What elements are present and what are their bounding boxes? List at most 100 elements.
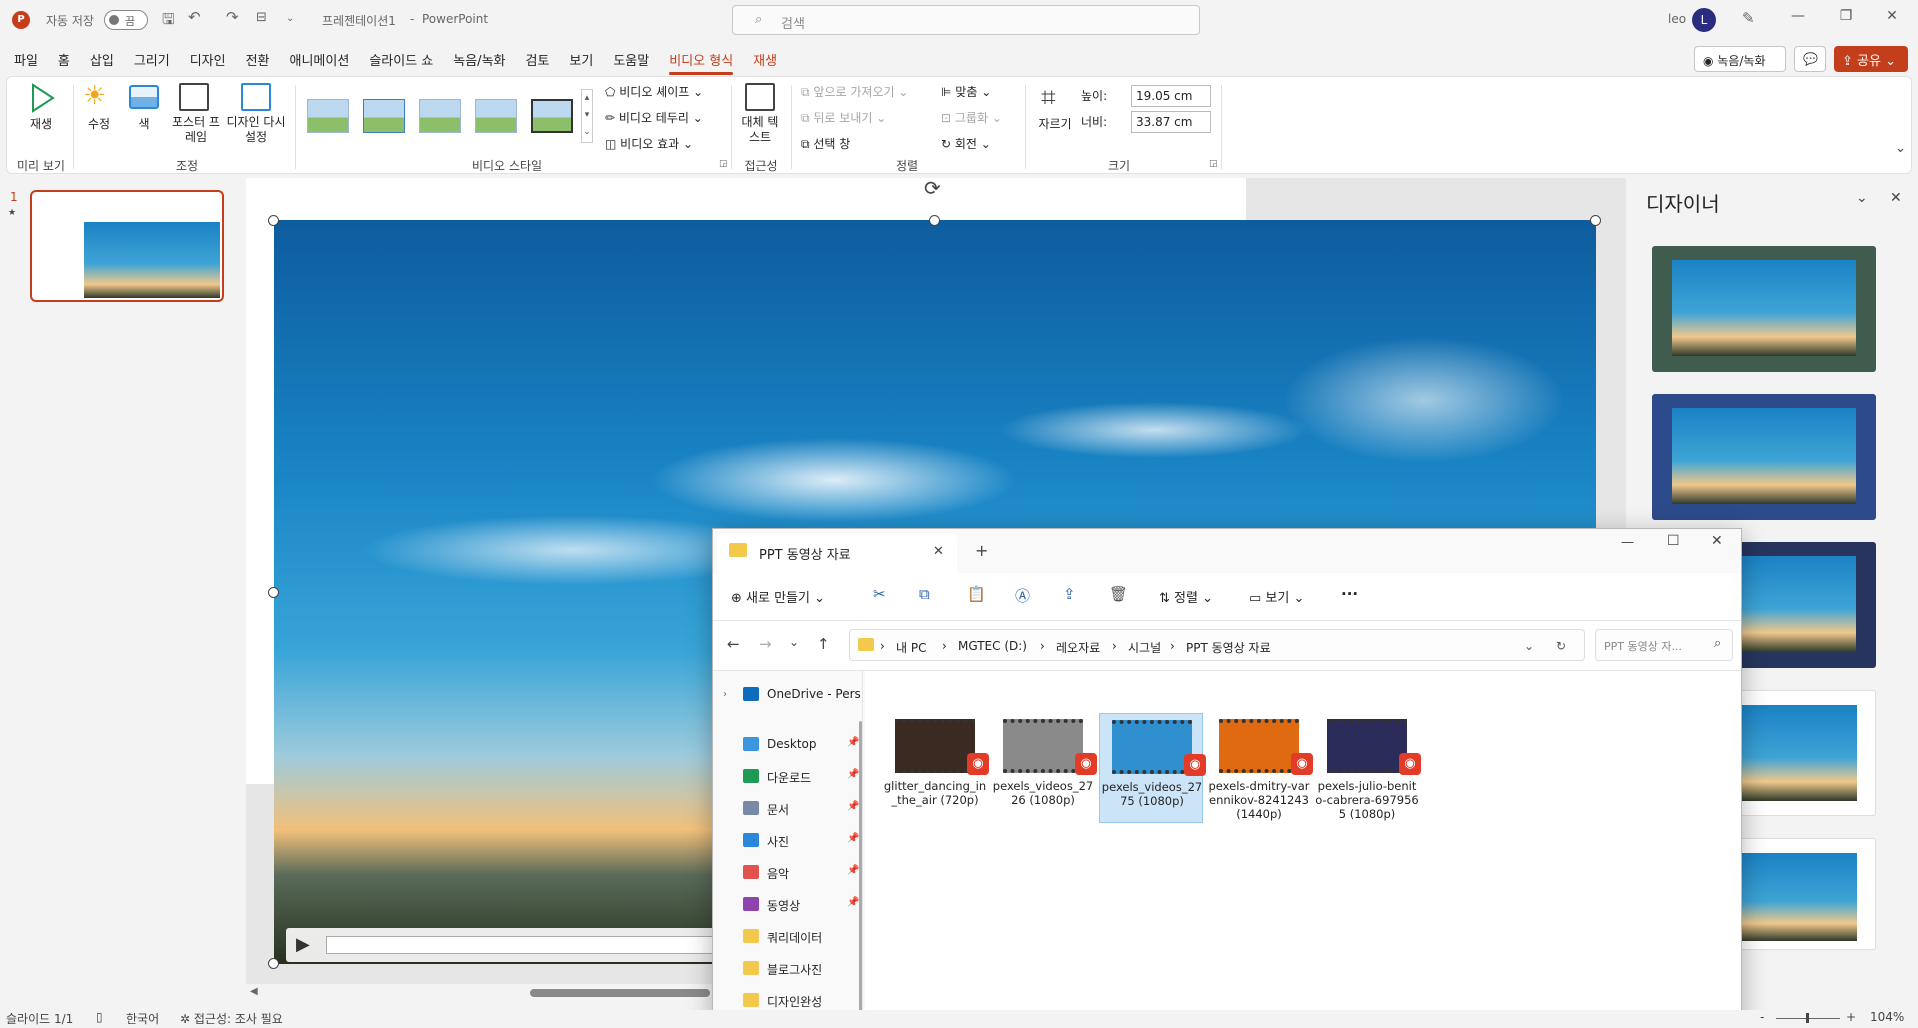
video-play-button[interactable]: ▶ xyxy=(296,934,310,955)
forward-icon[interactable]: → xyxy=(759,635,772,653)
address-bar[interactable]: › 내 PC › MGTEC (D:) › 레오자료 › 시그널 › PPT 동… xyxy=(849,629,1585,661)
styles-scroll[interactable]: ▴ ▾ ⌄ xyxy=(581,89,593,143)
tab-menu[interactable]: 디자인 xyxy=(190,50,226,69)
restore-button[interactable]: ❐ xyxy=(1834,8,1858,24)
tab-menu[interactable]: 검토 xyxy=(526,50,550,69)
breadcrumb-item[interactable]: 내 PC xyxy=(896,639,926,656)
send-backward-button[interactable]: ⧉ 뒤로 보내기 ⌄ xyxy=(801,109,886,126)
video-effects-button[interactable]: ◫ 비디오 효과 ⌄ xyxy=(605,135,693,152)
video-style-5[interactable] xyxy=(531,99,573,133)
autosave-toggle[interactable]: 끔 xyxy=(104,10,148,30)
group-button[interactable]: ⊡ 그룹화 ⌄ xyxy=(941,109,1002,126)
reset-design-icon[interactable] xyxy=(241,83,271,111)
poster-frame-icon[interactable] xyxy=(179,83,209,111)
cut-icon[interactable]: ✂ xyxy=(873,585,886,603)
paste-icon[interactable]: 📋 xyxy=(967,585,986,603)
size-dialog-launcher-icon[interactable]: ◲ xyxy=(1209,159,1218,169)
rotate-button[interactable]: ↻ 회전 ⌄ xyxy=(941,135,991,152)
video-border-button[interactable]: ✏ 비디오 테두리 ⌄ xyxy=(605,109,703,126)
avatar[interactable]: L xyxy=(1692,8,1716,32)
color-icon[interactable] xyxy=(129,85,159,109)
file-item[interactable]: ◉ pexels-julio-benito-cabrera-6979565 (10… xyxy=(1315,713,1421,823)
corrections-button[interactable]: 수정 xyxy=(81,115,117,132)
zoom-slider[interactable] xyxy=(1776,1013,1840,1023)
nav-item[interactable]: 쿼리데이터 xyxy=(743,925,859,951)
video-shape-button[interactable]: ⬠ 비디오 셰이프 ⌄ xyxy=(605,83,703,100)
video-style-1[interactable] xyxy=(307,99,349,133)
start-from-beginning-icon[interactable]: ⊟ xyxy=(256,10,267,25)
tab-menu[interactable]: 홈 xyxy=(58,50,70,69)
breadcrumb-item[interactable]: PPT 동영상 자료 xyxy=(1186,639,1271,656)
copy-icon[interactable]: ⧉ xyxy=(919,585,930,603)
alt-text-button[interactable]: 대체 텍스트 xyxy=(737,115,783,145)
expand-icon[interactable]: › xyxy=(723,689,727,700)
resize-handle[interactable] xyxy=(268,958,279,969)
search-box[interactable]: ⌕ 검색 xyxy=(732,5,1200,35)
address-dropdown-icon[interactable]: ⌄ xyxy=(1524,639,1534,653)
tab-menu[interactable]: 삽입 xyxy=(90,50,114,69)
color-button[interactable]: 색 xyxy=(131,115,157,132)
tab-menu[interactable]: 보기 xyxy=(569,50,593,69)
width-input[interactable]: 33.87 cm xyxy=(1131,111,1211,133)
record-button[interactable]: ◉ 녹음/녹화 xyxy=(1694,46,1786,72)
nav-item[interactable]: 다운로드 📌 xyxy=(743,765,859,791)
undo-icon[interactable]: ↶ xyxy=(188,8,201,26)
resize-handle[interactable] xyxy=(268,587,279,598)
video-style-3[interactable] xyxy=(419,99,461,133)
nav-item[interactable]: 동영상 📌 xyxy=(743,893,859,919)
nav-scrollbar[interactable] xyxy=(859,721,862,1011)
notes-icon[interactable]: ▯ xyxy=(96,1010,103,1024)
crop-button[interactable]: 자르기 xyxy=(1033,115,1077,132)
tab-menu[interactable]: 파일 xyxy=(14,50,38,69)
corrections-icon[interactable]: ☀ xyxy=(83,81,106,111)
breadcrumb-item[interactable]: MGTEC (D:) xyxy=(958,639,1027,653)
tab-menu[interactable]: 전환 xyxy=(246,50,270,69)
view-button[interactable]: ▭ 보기 ⌄ xyxy=(1249,587,1304,606)
zoom-out-button[interactable]: - xyxy=(1760,1010,1764,1024)
resize-handle[interactable] xyxy=(268,215,279,226)
zoom-in-button[interactable]: + xyxy=(1846,1010,1856,1024)
video-timeline[interactable] xyxy=(326,936,746,954)
nav-item[interactable]: 음악 📌 xyxy=(743,861,859,887)
explorer-tab[interactable]: PPT 동영상 자료 ✕ xyxy=(717,533,957,573)
delete-icon[interactable]: 🗑 xyxy=(1109,585,1128,603)
comments-button[interactable]: 💬 xyxy=(1794,46,1826,72)
up-icon[interactable]: ↑ xyxy=(817,635,830,653)
video-style-4[interactable] xyxy=(475,99,517,133)
explorer-maximize-button[interactable]: ☐ xyxy=(1667,533,1680,549)
tab-close-icon[interactable]: ✕ xyxy=(933,544,944,559)
collapse-ribbon-icon[interactable]: ⌄ xyxy=(1895,141,1906,156)
horizontal-scrollbar[interactable]: ◀ xyxy=(250,986,710,1000)
breadcrumb-item[interactable]: 레오자료 xyxy=(1056,639,1100,656)
file-item[interactable]: ◉ pexels_videos_2726 (1080p) xyxy=(991,713,1097,823)
tab-menu[interactable]: 도움말 xyxy=(613,50,649,69)
recent-locations-icon[interactable]: ⌄ xyxy=(789,635,799,649)
minimize-button[interactable]: — xyxy=(1786,8,1810,24)
explorer-search-input[interactable]: PPT 동영상 자... ⌕ xyxy=(1595,629,1733,661)
share-icon[interactable]: ⇪ xyxy=(1063,585,1076,603)
breadcrumb-item[interactable]: 시그널 xyxy=(1128,639,1161,656)
accessibility-status[interactable]: ✲ 접근성: 조사 필요 xyxy=(180,1010,283,1027)
tab-menu[interactable]: 애니메이션 xyxy=(290,50,350,69)
explorer-close-button[interactable]: ✕ xyxy=(1711,533,1723,549)
tab-menu[interactable]: 재생 xyxy=(753,50,777,69)
new-button[interactable]: ⊕ 새로 만들기 ⌄ xyxy=(731,587,825,606)
close-icon[interactable]: ✕ xyxy=(1890,190,1902,206)
video-style-2[interactable] xyxy=(363,99,405,133)
pen-icon[interactable]: ✎ xyxy=(1742,9,1755,27)
sort-button[interactable]: ⇅ 정렬 ⌄ xyxy=(1159,587,1213,606)
play-icon[interactable] xyxy=(29,83,55,113)
language-status[interactable]: 한국어 xyxy=(126,1010,159,1027)
nav-item[interactable]: 문서 📌 xyxy=(743,797,859,823)
close-button[interactable]: ✕ xyxy=(1880,8,1904,24)
explorer-minimize-button[interactable]: — xyxy=(1621,535,1634,550)
save-icon[interactable]: 🖫 xyxy=(162,9,175,34)
file-item[interactable]: ◉ glitter_dancing_in_the_air (720p) xyxy=(883,713,989,823)
refresh-icon[interactable]: ↻ xyxy=(1556,639,1566,653)
align-button[interactable]: ⊫ 맞춤 ⌄ xyxy=(941,83,991,100)
tab-menu[interactable]: 그리기 xyxy=(134,50,170,69)
nav-item[interactable]: Desktop 📌 xyxy=(743,733,859,759)
file-item[interactable]: ◉ pexels_videos_2775 (1080p) xyxy=(1099,713,1206,823)
share-button[interactable]: ⇪ 공유 ⌄ xyxy=(1834,46,1908,72)
customize-toolbar-icon[interactable]: ⌄ xyxy=(286,13,294,24)
